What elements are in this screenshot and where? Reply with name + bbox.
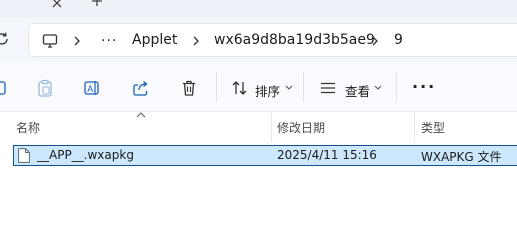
file-type: WXAPKG 文件 bbox=[421, 150, 502, 164]
address-bar[interactable]: ··· Applet wx6a9d8ba19d3b5ae9 9 bbox=[28, 23, 517, 57]
column-divider[interactable] bbox=[414, 112, 415, 142]
chevron-down-icon[interactable] bbox=[285, 85, 293, 91]
file-explorer-window: ··· Applet wx6a9d8ba19d3b5ae9 9 A 排序 查看 … bbox=[0, 0, 517, 242]
breadcrumb-overflow-button[interactable]: ··· bbox=[101, 33, 117, 49]
sort-button[interactable]: 排序 bbox=[255, 81, 280, 100]
view-button[interactable]: 查看 bbox=[345, 81, 370, 100]
file-name[interactable]: __APP__.wxapkg bbox=[37, 148, 134, 162]
tab-strip bbox=[0, 0, 517, 18]
svg-text:A: A bbox=[87, 84, 93, 94]
column-name[interactable]: 名称 bbox=[16, 119, 40, 136]
chevron-right-icon[interactable] bbox=[370, 35, 380, 47]
close-tab-icon[interactable] bbox=[50, 0, 64, 10]
column-type[interactable]: 类型 bbox=[421, 119, 445, 136]
column-date-modified[interactable]: 修改日期 bbox=[277, 119, 325, 136]
column-divider[interactable] bbox=[271, 112, 272, 142]
file-row[interactable]: __APP__.wxapkg 2025/4/11 15:16 WXAPKG 文件 bbox=[13, 145, 517, 166]
file-date-modified: 2025/4/11 15:16 bbox=[277, 148, 377, 162]
see-more-button[interactable]: ··· bbox=[412, 77, 436, 96]
column-header: 名称 修改日期 类型 bbox=[0, 112, 517, 142]
new-tab-icon[interactable] bbox=[90, 0, 104, 8]
command-bar: A 排序 查看 ··· bbox=[0, 62, 517, 112]
paste-icon[interactable] bbox=[36, 79, 54, 97]
toolbar-divider bbox=[216, 72, 217, 102]
chevron-right-icon[interactable] bbox=[191, 35, 201, 47]
toolbar-divider bbox=[303, 72, 304, 102]
delete-icon[interactable] bbox=[180, 79, 198, 97]
this-pc-icon[interactable] bbox=[42, 33, 58, 49]
breadcrumb-item-applet[interactable]: Applet bbox=[132, 32, 177, 48]
navigation-bar: ··· Applet wx6a9d8ba19d3b5ae9 9 bbox=[0, 18, 517, 62]
cut-icon[interactable] bbox=[0, 79, 8, 97]
rename-icon[interactable]: A bbox=[83, 79, 101, 97]
share-icon[interactable] bbox=[132, 79, 150, 97]
toolbar-divider bbox=[396, 72, 397, 102]
breadcrumb-item-appid[interactable]: wx6a9d8ba19d3b5ae9 bbox=[214, 32, 375, 48]
view-icon[interactable] bbox=[319, 79, 337, 97]
sort-ascending-icon bbox=[136, 112, 146, 118]
refresh-icon[interactable] bbox=[0, 31, 10, 47]
file-icon bbox=[18, 148, 30, 163]
breadcrumb-item-folder[interactable]: 9 bbox=[394, 32, 403, 48]
chevron-right-icon[interactable] bbox=[72, 35, 82, 47]
sort-icon[interactable] bbox=[231, 79, 249, 97]
chevron-down-icon[interactable] bbox=[374, 85, 382, 91]
